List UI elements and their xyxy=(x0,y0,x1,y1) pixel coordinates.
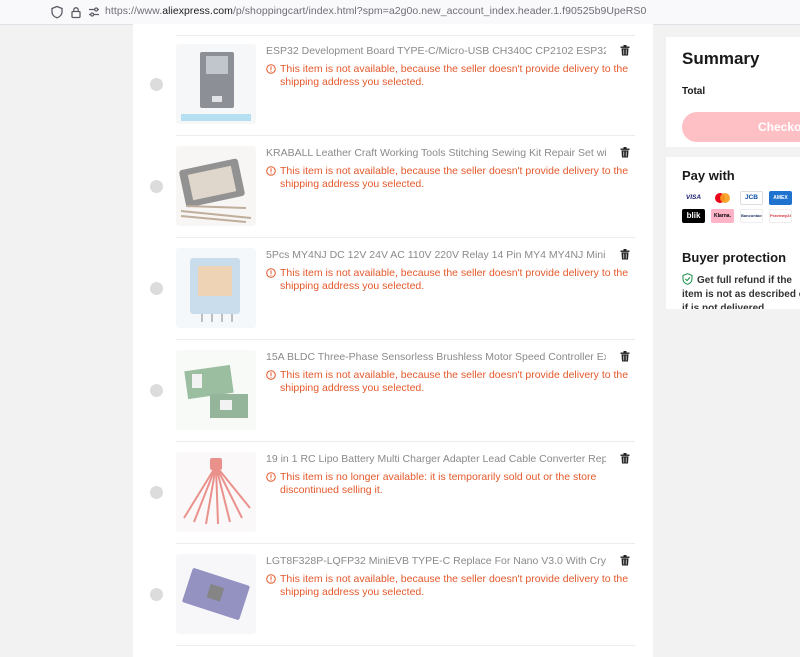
warning-text: This item is no longer available: it is … xyxy=(280,471,597,496)
shield-icon[interactable] xyxy=(50,5,64,19)
item-title[interactable]: KRABALL Leather Craft Working Tools Stit… xyxy=(266,147,606,159)
bancontact-logo: Bancontact xyxy=(740,209,763,223)
warning-text: This item is not available, because the … xyxy=(280,165,629,190)
url-domain: aliexpress.com xyxy=(162,5,233,17)
amex-logo: AMEX xyxy=(769,191,792,205)
product-thumbnail[interactable] xyxy=(176,146,256,226)
divider xyxy=(176,135,635,136)
item-select-radio[interactable] xyxy=(150,384,163,397)
mastercard-logo xyxy=(711,191,734,205)
info-circle-icon xyxy=(266,472,276,482)
pay-with-title: Pay with xyxy=(682,168,735,183)
cart-item: 5Pcs MY4NJ DC 12V 24V AC 110V 220V Relay… xyxy=(133,239,653,340)
product-thumbnail[interactable] xyxy=(176,44,256,124)
klarna-logo: Klarna. xyxy=(711,209,734,223)
lock-icon[interactable] xyxy=(69,5,83,19)
przelewy24-logo: Przelewy24 xyxy=(769,209,792,223)
product-thumbnail[interactable] xyxy=(176,248,256,328)
availability-warning: This item is no longer available: it is … xyxy=(266,471,638,497)
warning-text: This item is not available, because the … xyxy=(280,573,629,598)
esp32-board-image xyxy=(176,44,256,124)
divider xyxy=(176,237,635,238)
motor-controller-image xyxy=(176,350,256,430)
jcb-logo: JCB xyxy=(740,191,763,205)
buyer-protection-title: Buyer protection xyxy=(682,250,787,265)
item-title[interactable]: 19 in 1 RC Lipo Battery Multi Charger Ad… xyxy=(266,453,606,465)
item-select-radio[interactable] xyxy=(150,180,163,193)
buyer-protection-description: Get full refund if the item is not as de… xyxy=(682,275,800,309)
buyer-protection-text: Get full refund if the item is not as de… xyxy=(682,273,800,309)
checkout-button[interactable]: Checkout xyxy=(682,112,800,142)
item-title[interactable]: ESP32 Development Board TYPE-C/Micro-USB… xyxy=(266,45,606,57)
blik-logo: blik xyxy=(682,209,705,223)
shield-check-icon xyxy=(682,273,693,285)
item-title[interactable]: 5Pcs MY4NJ DC 12V 24V AC 110V 220V Relay… xyxy=(266,249,606,261)
cart-item: 19 in 1 RC Lipo Battery Multi Charger Ad… xyxy=(133,443,653,544)
info-circle-icon xyxy=(266,166,276,176)
warning-text: This item is not available, because the … xyxy=(280,267,629,292)
item-select-radio[interactable] xyxy=(150,486,163,499)
visa-logo: VISA xyxy=(685,194,702,201)
item-select-radio[interactable] xyxy=(150,78,163,91)
trash-icon[interactable] xyxy=(620,351,630,362)
charger-cable-image xyxy=(176,452,256,532)
payment-panel: Pay with VISA JCB AMEX blik Klarna. Banc… xyxy=(666,157,800,309)
info-circle-icon xyxy=(266,64,276,74)
divider xyxy=(176,645,635,646)
item-select-radio[interactable] xyxy=(150,588,163,601)
url-path: /p/shoppingcart/index.html?spm=a2g0o.new… xyxy=(232,5,647,17)
trash-icon[interactable] xyxy=(620,249,630,260)
item-select-radio[interactable] xyxy=(150,282,163,295)
cart-item: 15A BLDC Three-Phase Sensorless Brushles… xyxy=(133,341,653,442)
trash-icon[interactable] xyxy=(620,555,630,566)
summary-panel: Summary Total Checkout xyxy=(666,37,800,147)
trash-icon[interactable] xyxy=(620,147,630,158)
relay-image xyxy=(176,248,256,328)
summary-title: Summary xyxy=(682,49,760,68)
trash-icon[interactable] xyxy=(620,453,630,464)
item-title[interactable]: 15A BLDC Three-Phase Sensorless Brushles… xyxy=(266,351,606,363)
trash-icon[interactable] xyxy=(620,45,630,56)
divider xyxy=(176,35,635,36)
warning-text: This item is not available, because the … xyxy=(280,369,629,394)
divider xyxy=(176,339,635,340)
cart-item-list: ESP32 Development Board TYPE-C/Micro-USB… xyxy=(133,24,653,657)
product-thumbnail[interactable] xyxy=(176,452,256,532)
product-thumbnail[interactable] xyxy=(176,554,256,634)
cart-item: KRABALL Leather Craft Working Tools Stit… xyxy=(133,137,653,238)
availability-warning: This item is not available, because the … xyxy=(266,267,638,293)
warning-text: This item is not available, because the … xyxy=(280,63,629,88)
item-title[interactable]: LGT8F328P-LQFP32 MiniEVB TYPE-C Replace … xyxy=(266,555,606,567)
availability-warning: This item is not available, because the … xyxy=(266,573,638,599)
browser-address-bar[interactable]: https://www.aliexpress.com/p/shoppingcar… xyxy=(0,0,800,25)
mastercard-icon xyxy=(715,193,730,203)
cart-item: LGT8F328P-LQFP32 MiniEVB TYPE-C Replace … xyxy=(133,545,653,646)
nano-board-image xyxy=(176,554,256,634)
product-thumbnail[interactable] xyxy=(176,350,256,430)
permissions-icon[interactable] xyxy=(87,5,101,19)
availability-warning: This item is not available, because the … xyxy=(266,165,638,191)
divider xyxy=(176,441,635,442)
availability-warning: This item is not available, because the … xyxy=(266,369,638,395)
info-circle-icon xyxy=(266,370,276,380)
divider xyxy=(176,543,635,544)
cart-item: ESP32 Development Board TYPE-C/Micro-USB… xyxy=(133,35,653,136)
info-circle-icon xyxy=(266,268,276,278)
url-prefix: https://www. xyxy=(105,5,163,17)
info-circle-icon xyxy=(266,574,276,584)
availability-warning: This item is not available, because the … xyxy=(266,63,638,89)
url-text[interactable]: https://www.aliexpress.com/p/shoppingcar… xyxy=(105,5,646,17)
total-label: Total xyxy=(682,86,706,97)
leather-kit-image xyxy=(176,146,256,226)
